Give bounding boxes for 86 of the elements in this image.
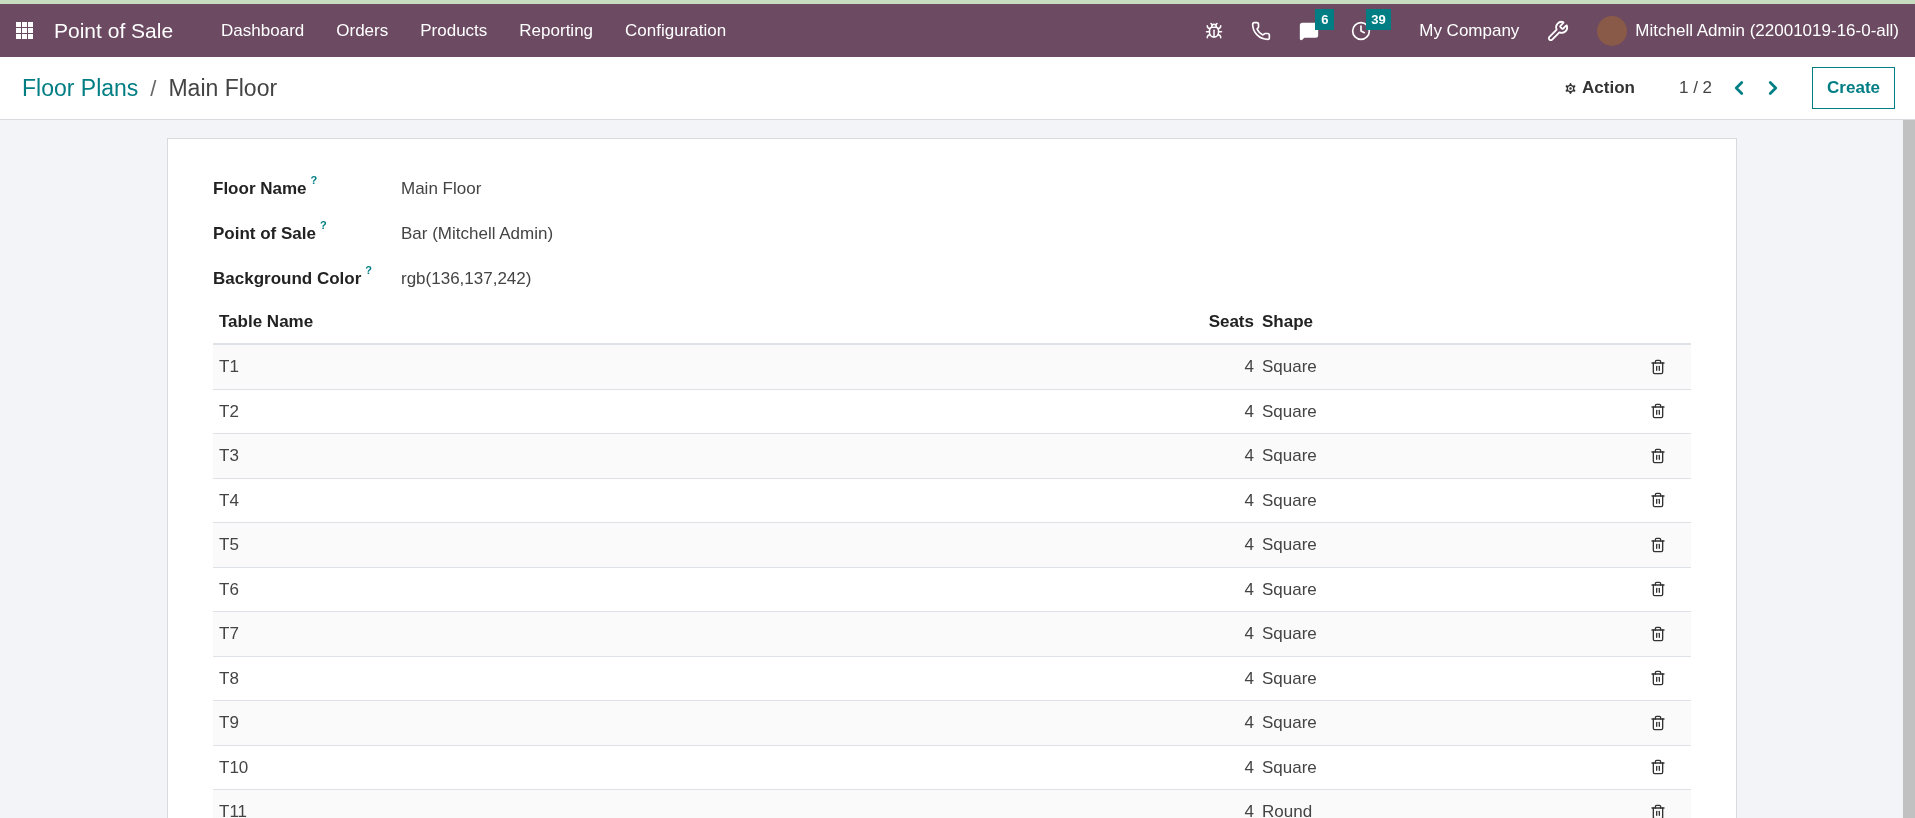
shape-cell-text: Square xyxy=(1261,756,1318,779)
table-name-cell-text: T11 xyxy=(218,801,249,818)
seats-cell-text: 4 xyxy=(1243,356,1254,378)
delete-icon[interactable] xyxy=(1650,714,1666,731)
table-row[interactable]: T9 4 Square xyxy=(213,701,1691,746)
delete-icon[interactable] xyxy=(1650,625,1666,642)
table-row[interactable]: T5 4 Square xyxy=(213,523,1691,568)
seats-cell-text: 4 xyxy=(1243,667,1254,690)
activity-clock-icon[interactable] xyxy=(1351,20,1372,41)
seats-cell-text: 4 xyxy=(1243,578,1254,601)
table-row[interactable]: T3 4 Square xyxy=(213,434,1691,479)
delete-icon[interactable] xyxy=(1650,803,1666,818)
delete-icon[interactable] xyxy=(1650,358,1666,375)
table-row[interactable]: T11 4 Round xyxy=(213,790,1691,818)
phone-icon[interactable] xyxy=(1251,20,1272,41)
table-name-cell-text: T2 xyxy=(218,400,240,423)
shape-cell-text: Round xyxy=(1261,801,1314,818)
field-value[interactable]: Main Floor xyxy=(401,176,482,202)
shape-cell-text: Square xyxy=(1261,534,1318,556)
shape-cell-text: Square xyxy=(1261,489,1318,512)
table-row[interactable]: T1 4 Square xyxy=(213,345,1691,390)
delete-icon[interactable] xyxy=(1650,403,1666,420)
delete-icon[interactable] xyxy=(1650,759,1666,776)
seats-cell-text: 4 xyxy=(1243,400,1254,423)
create-button[interactable]: Create xyxy=(1812,67,1895,109)
shape-cell-text: Square xyxy=(1261,578,1318,601)
field-label: Background Color xyxy=(213,268,362,291)
seats-cell-text: 4 xyxy=(1243,712,1254,734)
table-name-cell-text: T10 xyxy=(218,756,250,779)
shape-cell-text: Square xyxy=(1261,623,1318,645)
seats-cell-text: 4 xyxy=(1243,534,1254,556)
delete-icon[interactable] xyxy=(1650,581,1666,598)
column-header[interactable]: Table Name xyxy=(213,309,1194,335)
help-tooltip[interactable]: ? xyxy=(310,172,318,189)
help-tooltip[interactable]: ? xyxy=(319,217,327,234)
menu-item[interactable]: Reporting xyxy=(503,17,610,44)
seats-cell-text: 4 xyxy=(1243,801,1254,818)
pager-value: 1 / 2 xyxy=(1679,77,1713,100)
table-name-cell-text: T3 xyxy=(218,445,240,467)
table-name-cell-text: T8 xyxy=(218,667,240,690)
shape-cell-text: Square xyxy=(1261,400,1318,423)
gear-icon xyxy=(1563,80,1579,96)
table-name-cell-text: T6 xyxy=(218,578,240,601)
bug-icon[interactable] xyxy=(1205,21,1224,40)
field-label: Floor Name xyxy=(213,178,307,201)
breadcrumb-link[interactable]: Floor Plans xyxy=(22,70,139,106)
seats-cell-text: 4 xyxy=(1243,756,1254,779)
activity-count-badge: 39 xyxy=(1366,8,1391,30)
chat-icon[interactable] xyxy=(1299,20,1320,41)
shape-cell-text: Square xyxy=(1261,356,1318,378)
column-header[interactable]: Seats xyxy=(1194,309,1254,335)
delete-icon[interactable] xyxy=(1650,447,1666,464)
seats-cell-text: 4 xyxy=(1243,445,1254,467)
table-row[interactable]: T7 4 Square xyxy=(213,612,1691,657)
delete-icon[interactable] xyxy=(1650,670,1666,687)
app-name[interactable]: Point of Sale xyxy=(54,14,174,47)
breadcrumb-current: Main Floor xyxy=(168,73,278,103)
company-switcher[interactable]: My Company xyxy=(1419,17,1520,44)
seats-cell-text: 4 xyxy=(1243,489,1254,512)
tools-icon[interactable] xyxy=(1547,19,1570,42)
user-menu[interactable]: Mitchell Admin (22001019-16-0-all) xyxy=(1635,17,1899,44)
shape-cell-text: Square xyxy=(1261,445,1318,467)
table-name-cell-text: T9 xyxy=(218,712,240,734)
table-name-cell-text: T4 xyxy=(218,489,240,512)
help-tooltip[interactable]: ? xyxy=(365,262,373,279)
menu-item[interactable]: Products xyxy=(404,17,504,44)
table-name-cell-text: T1 xyxy=(218,356,240,378)
table-name-cell-text: T5 xyxy=(218,534,240,556)
scrollbar[interactable] xyxy=(1903,120,1915,818)
delete-icon[interactable] xyxy=(1650,492,1666,509)
table-name-cell-text: T7 xyxy=(218,623,240,645)
shape-cell-text: Square xyxy=(1261,667,1318,690)
column-header[interactable]: Shape xyxy=(1254,309,1691,335)
field-value[interactable]: rgb(136,137,242) xyxy=(401,266,532,292)
breadcrumb-separator: / xyxy=(150,74,157,103)
action-button[interactable]: Action xyxy=(1563,75,1635,101)
menu-item[interactable]: Orders xyxy=(320,17,405,44)
seats-cell-text: 4 xyxy=(1243,623,1254,645)
menu-item[interactable]: Configuration xyxy=(609,17,743,44)
apps-menu-icon[interactable] xyxy=(16,21,34,40)
delete-icon[interactable] xyxy=(1650,536,1666,553)
field-value[interactable]: Bar (Mitchell Admin) xyxy=(401,221,554,247)
message-count-badge: 6 xyxy=(1315,8,1335,30)
field-label: Point of Sale xyxy=(213,223,316,246)
menu-item[interactable]: Dashboard xyxy=(205,17,321,44)
shape-cell-text: Square xyxy=(1261,712,1318,734)
